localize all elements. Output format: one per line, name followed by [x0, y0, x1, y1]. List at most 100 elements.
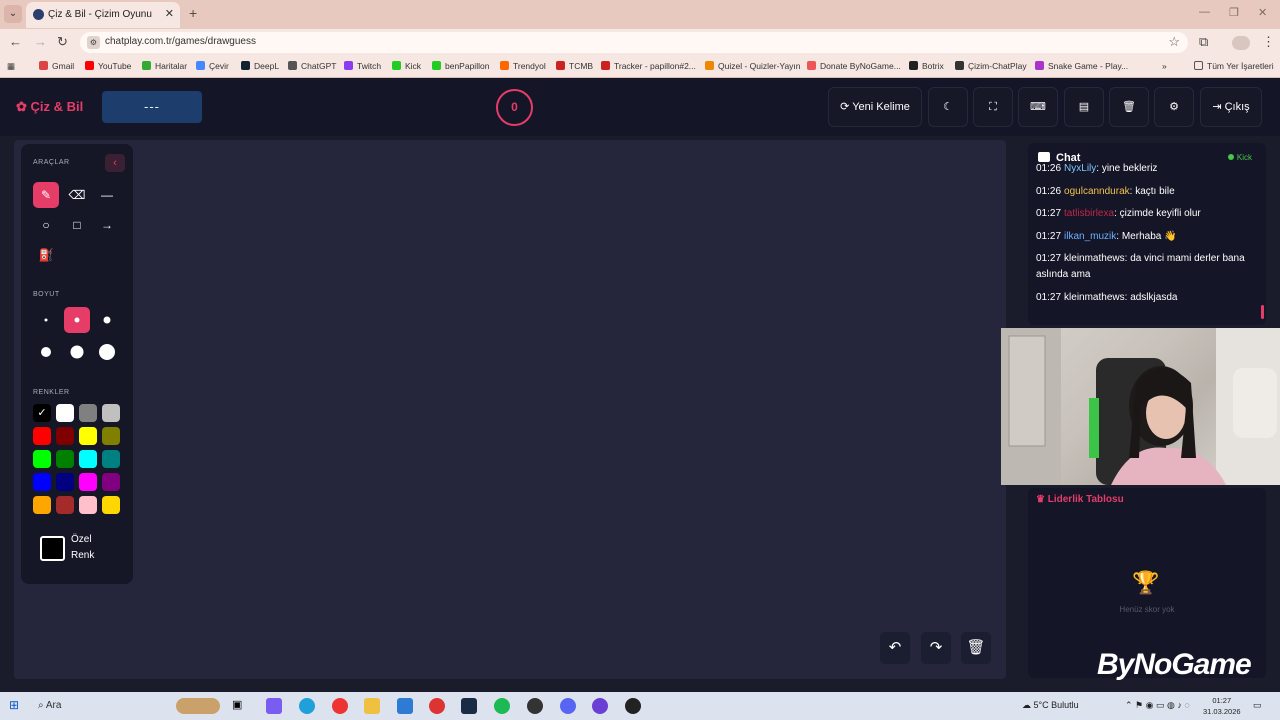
site-info-icon[interactable]: ⚙ [87, 36, 100, 49]
color-swatch[interactable] [102, 427, 120, 445]
profile-avatar[interactable] [1232, 36, 1250, 50]
size-option-3[interactable] [94, 307, 120, 333]
bookmark-star-icon[interactable]: ☆ [1168, 34, 1180, 50]
size-option-4[interactable] [33, 339, 59, 365]
message-username[interactable]: ilkan_muzik [1064, 231, 1116, 242]
window-close-button[interactable]: ✕ [1258, 6, 1267, 19]
message-username[interactable]: kleinmathews [1064, 292, 1125, 303]
chat-scrollbar[interactable] [1261, 305, 1264, 319]
bookmark-item[interactable]: DeepL [241, 61, 279, 71]
color-swatch[interactable] [56, 427, 74, 445]
arrow-tool[interactable]: → [94, 212, 120, 238]
back-button[interactable]: ← [9, 34, 22, 49]
bookmark-item[interactable]: Tracker - papillon#2... [601, 61, 696, 71]
address-bar[interactable]: ⚙ chatplay.com.tr/games/drawguess ☆ [80, 32, 1188, 53]
store-icon[interactable] [397, 698, 413, 714]
size-option-1[interactable] [33, 307, 59, 333]
browser-menu-icon[interactable]: ⋮ [1262, 34, 1275, 50]
new-tab-button[interactable]: + [189, 5, 197, 21]
circle-tool[interactable]: ○ [33, 212, 59, 238]
tab-close-icon[interactable]: ✕ [165, 7, 174, 20]
browser-tab-active[interactable]: Çiz & Bil - Çizim Oyunu ✕ [26, 2, 180, 28]
maximize-button[interactable]: ❐ [1229, 6, 1239, 19]
color-swatch[interactable] [33, 427, 51, 445]
eraser-tool[interactable]: ⌫ [64, 182, 90, 208]
color-swatch[interactable] [56, 473, 74, 491]
opera-icon[interactable] [429, 698, 445, 714]
color-swatch[interactable] [33, 473, 51, 491]
bookmark-item[interactable]: YouTube [85, 61, 131, 71]
color-swatch[interactable] [102, 450, 120, 468]
brush-tool[interactable]: ✎ [33, 182, 59, 208]
custom-color-picker[interactable] [40, 536, 65, 561]
dark-mode-button[interactable]: ☾ [928, 87, 968, 127]
taskbar-widget[interactable] [176, 698, 220, 714]
bookmark-item[interactable]: Kick [392, 61, 421, 71]
bookmark-item[interactable]: benPapillon [432, 61, 489, 71]
start-button[interactable]: ⊞ [9, 698, 25, 714]
bookmark-item[interactable]: Çevir [196, 61, 229, 71]
color-swatch[interactable] [102, 404, 120, 422]
new-word-button[interactable]: ⟳ Yeni Kelime [828, 87, 922, 127]
fullscreen-button[interactable]: ⛶ [973, 87, 1013, 127]
app-icon[interactable] [625, 698, 641, 714]
color-swatch[interactable] [33, 496, 51, 514]
bookmark-item[interactable]: Snake Game - Play... [1035, 61, 1128, 71]
bookmark-item[interactable]: Gmail [39, 61, 74, 71]
fill-tool[interactable]: ⛽ [33, 242, 59, 268]
tab-search-button[interactable]: ⌄ [4, 5, 22, 23]
all-bookmarks-folder[interactable]: Tüm Yer İşaretleri [1194, 61, 1274, 71]
collapse-panel-button[interactable]: ‹ [105, 154, 125, 172]
extensions-icon[interactable]: ⧉ [1199, 34, 1208, 50]
bookmark-item[interactable]: Çizim-ChatPlay [955, 61, 1027, 71]
copilot-icon[interactable] [266, 698, 282, 714]
message-username[interactable]: tatlisbirlexa [1064, 208, 1114, 219]
forward-button[interactable]: → [34, 34, 47, 49]
discord-icon[interactable] [560, 698, 576, 714]
taskbar-search[interactable]: ⌕ Ara [38, 700, 61, 711]
color-swatch[interactable] [56, 404, 74, 422]
color-swatch[interactable] [79, 473, 97, 491]
system-tray-icons[interactable]: ⌃ ⚑ ◉ ▭ ◍ ♪ ◌ [1125, 700, 1190, 711]
file-explorer-icon[interactable] [364, 698, 380, 714]
undo-button[interactable]: ↶ [880, 632, 910, 664]
bookmark-item[interactable]: Botrix [909, 61, 944, 71]
rectangle-tool[interactable]: □ [64, 212, 90, 238]
bookmarks-overflow-icon[interactable]: » [1162, 61, 1167, 71]
bookmark-item[interactable]: Trendyol [500, 61, 546, 71]
color-swatch[interactable] [79, 450, 97, 468]
color-swatch[interactable] [56, 450, 74, 468]
settings-button[interactable]: ⚙ [1154, 87, 1194, 127]
reload-button[interactable]: ↻ [57, 34, 68, 50]
edge-icon[interactable] [299, 698, 315, 714]
bookmark-item[interactable]: Quizel - Quizler-Yayın [705, 61, 801, 71]
message-username[interactable]: ogulcanndurak [1064, 186, 1130, 197]
color-swatch[interactable] [56, 496, 74, 514]
color-swatch[interactable]: ✓ [33, 404, 51, 422]
drawing-canvas[interactable] [14, 140, 1006, 679]
apps-grid-icon[interactable]: ▦ [7, 61, 15, 72]
bookmark-item[interactable]: ChatGPT [288, 61, 336, 71]
size-option-2[interactable] [64, 307, 90, 333]
app-icon[interactable] [527, 698, 543, 714]
archive-button[interactable]: ▤ [1064, 87, 1104, 127]
steam-icon[interactable] [461, 698, 477, 714]
taskbar-clock[interactable]: 01:27 31.03.2026 [1203, 695, 1241, 717]
redo-button[interactable]: ↷ [921, 632, 951, 664]
clear-button[interactable]: 🗑 [1109, 87, 1149, 127]
bookmark-item[interactable]: Donate ByNoGame... [807, 61, 901, 71]
notification-icon[interactable]: ▭ [1253, 700, 1262, 711]
bookmark-item[interactable]: Twitch [344, 61, 381, 71]
color-swatch[interactable] [79, 427, 97, 445]
minimize-button[interactable]: — [1199, 6, 1210, 18]
weather-widget[interactable]: ☁ 5°C Bulutlu [1022, 700, 1079, 711]
line-tool[interactable]: — [94, 182, 120, 208]
color-swatch[interactable] [102, 473, 120, 491]
color-swatch[interactable] [79, 404, 97, 422]
spotify-icon[interactable] [494, 698, 510, 714]
task-view-icon[interactable]: ▣ [232, 698, 248, 714]
color-swatch[interactable] [102, 496, 120, 514]
obs-icon[interactable] [592, 698, 608, 714]
bookmark-item[interactable]: TCMB [556, 61, 593, 71]
chrome-icon[interactable] [332, 698, 348, 714]
